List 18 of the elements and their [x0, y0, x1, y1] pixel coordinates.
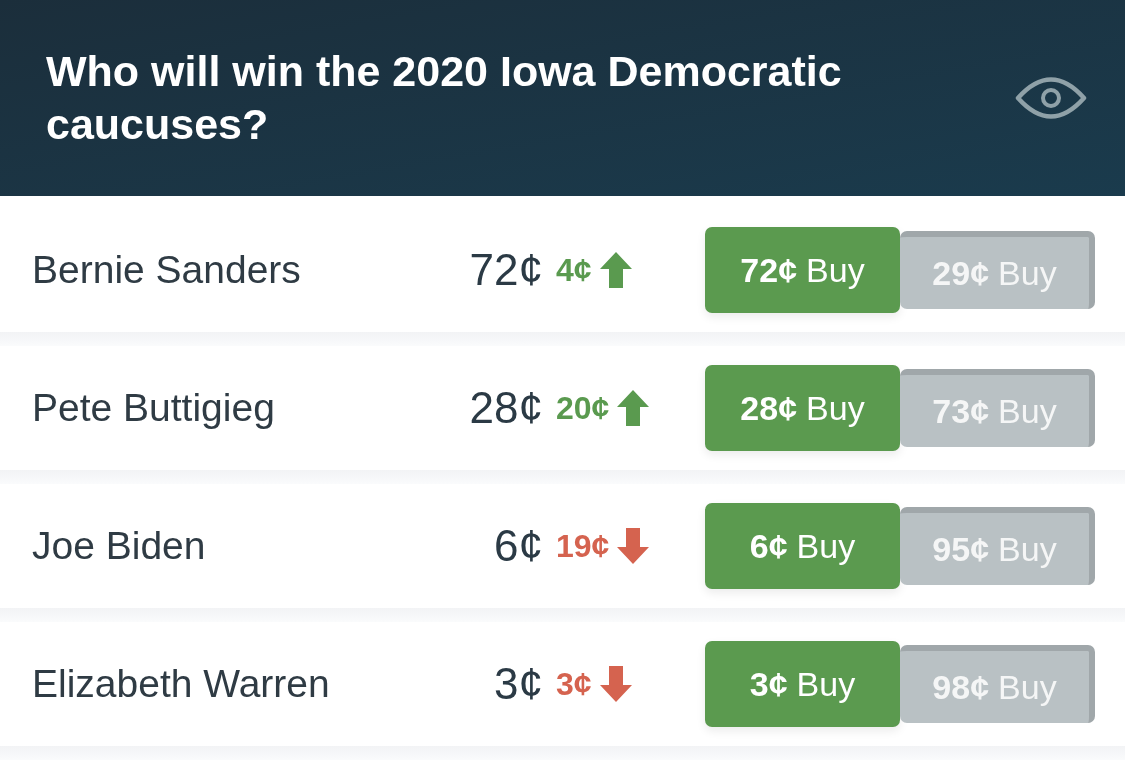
buy-yes-button[interactable]: 3¢ Buy: [705, 641, 900, 727]
buy-yes-button[interactable]: 28¢ Buy: [705, 365, 900, 451]
buy-yes-button[interactable]: 72¢ Buy: [705, 227, 900, 313]
price-change: 4¢: [556, 251, 592, 290]
buy-yes-button[interactable]: 6¢ Buy: [705, 503, 900, 589]
candidate-name: Pete Buttigieg: [32, 384, 276, 431]
question-title: Who will win the 2020 Iowa Democratic caucuses?: [46, 46, 843, 150]
price-change: 19¢: [556, 527, 610, 566]
price-change: 3¢: [556, 665, 592, 704]
candidate-name: Elizabeth Warren: [32, 660, 331, 707]
candidate-name: Joe Biden: [32, 522, 207, 569]
eye-icon[interactable]: [1015, 75, 1087, 121]
price-text: 6¢: [493, 520, 543, 572]
price-text: 28¢: [468, 382, 543, 434]
price-change: 20¢: [556, 389, 610, 428]
price-text: 3¢: [493, 658, 543, 710]
price-text: 72¢: [468, 244, 543, 296]
candidate-name: Bernie Sanders: [32, 246, 302, 293]
